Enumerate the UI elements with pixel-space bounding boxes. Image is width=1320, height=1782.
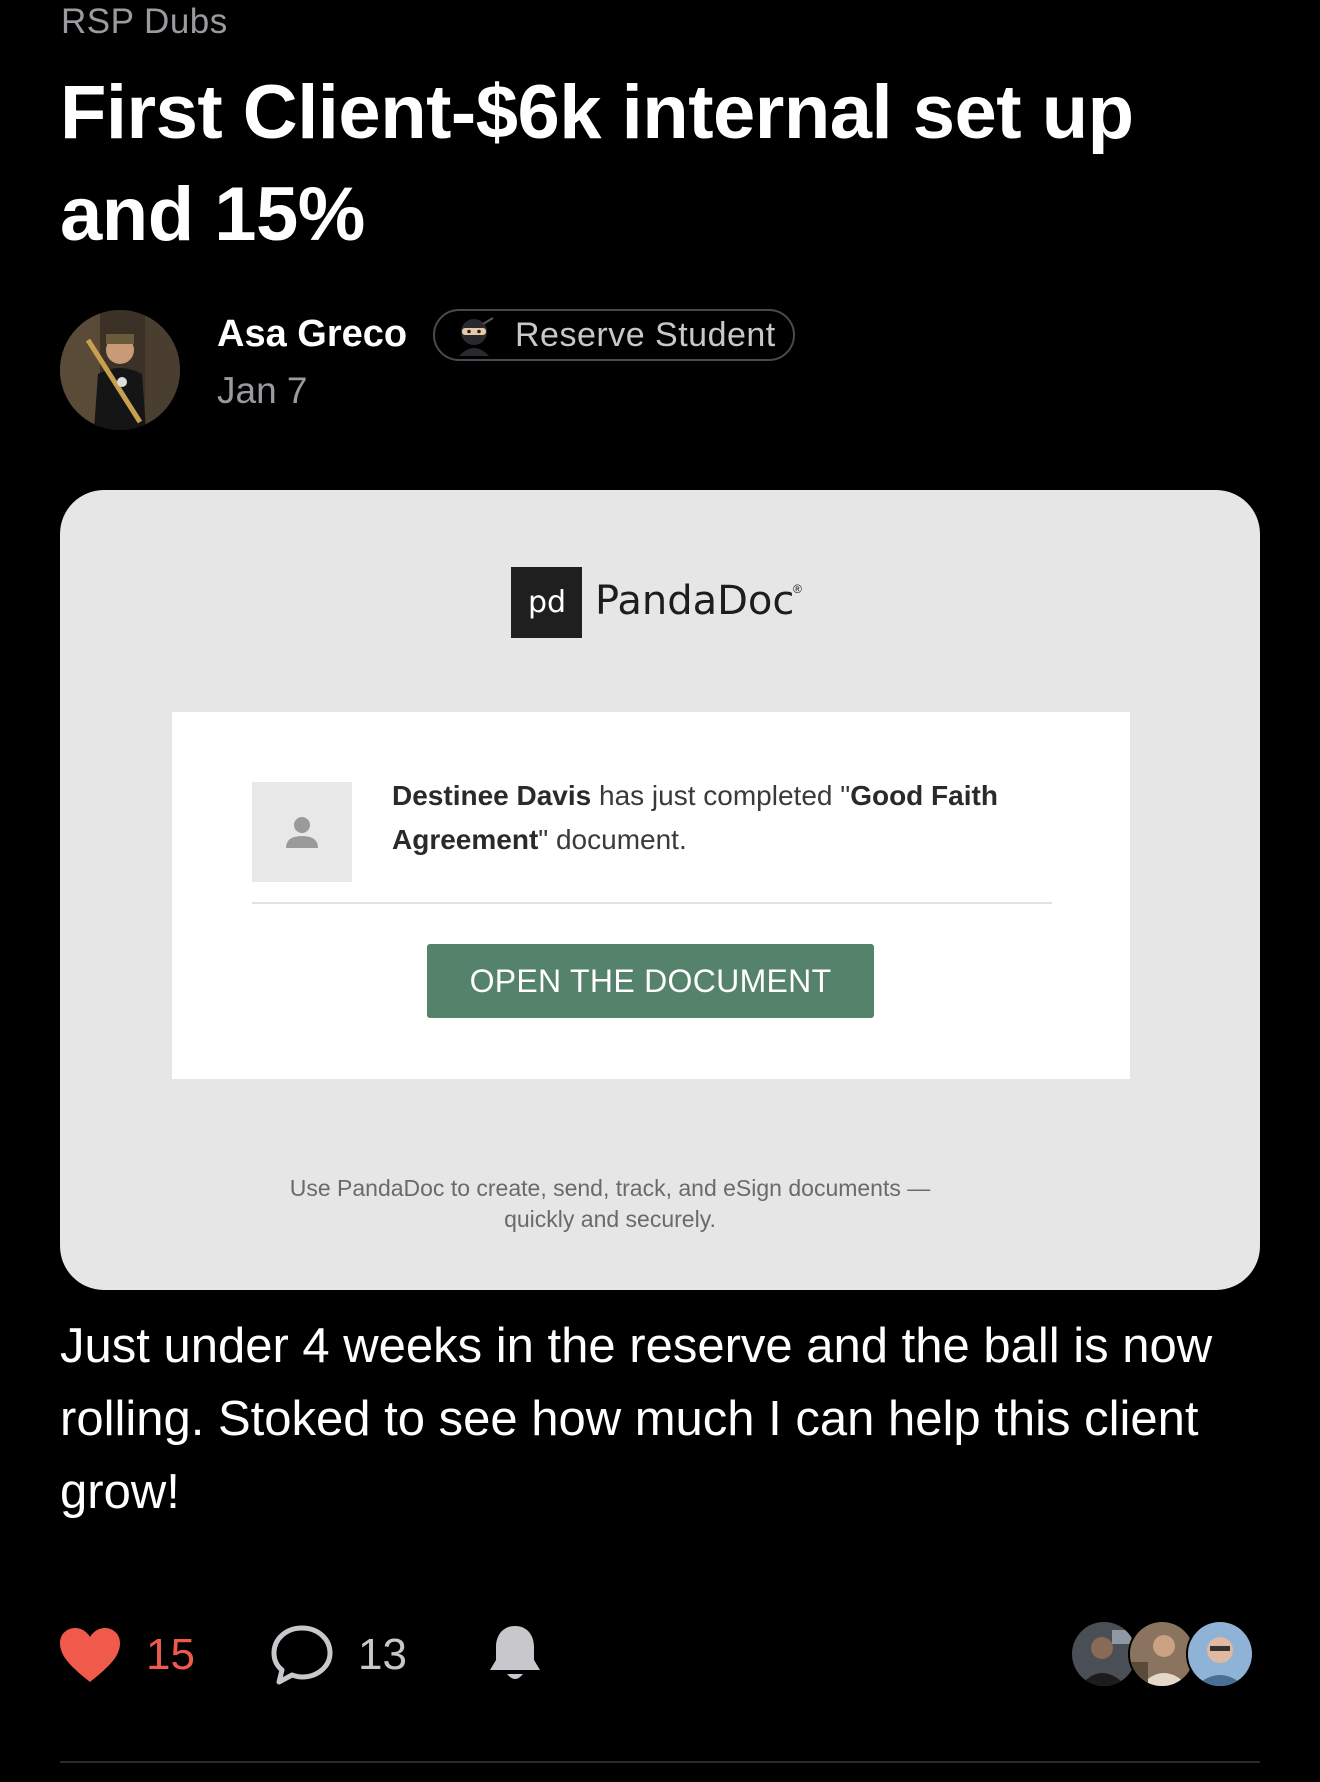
participant-avatar	[1186, 1620, 1254, 1688]
document-name-part2: Agreement	[392, 824, 539, 855]
attachment-image[interactable]: pd PandaDoc ® Destinee Davis has just co…	[60, 490, 1260, 1290]
post-body: Just under 4 weeks in the reserve and th…	[60, 1319, 1213, 1519]
like-count[interactable]: 15	[146, 1630, 195, 1680]
bell-icon[interactable]	[486, 1622, 544, 1686]
email-panel: Destinee Davis has just completed "Good …	[172, 712, 1130, 1079]
open-document-button: OPEN THE DOCUMENT	[427, 944, 874, 1018]
author-name[interactable]: Asa Greco	[217, 313, 407, 356]
message-middle: has just completed "	[591, 780, 851, 811]
role-badge-label: Reserve Student	[515, 315, 776, 354]
post-date: Jan 7	[217, 370, 308, 411]
pandadoc-registered-mark: ®	[793, 582, 802, 596]
pandadoc-logo: pd	[511, 567, 582, 638]
role-badge: Reserve Student	[433, 309, 795, 361]
divider	[252, 902, 1052, 904]
document-name-part1: Good Faith	[850, 780, 998, 811]
comment-count[interactable]: 13	[358, 1630, 407, 1680]
participant-avatars[interactable]	[1070, 1620, 1270, 1688]
pandadoc-logo-letters: pd	[527, 586, 565, 620]
group-name[interactable]: RSP Dubs	[61, 2, 228, 42]
ninja-icon	[451, 312, 497, 358]
pandadoc-footer: Use PandaDoc to create, send, track, and…	[260, 1173, 960, 1235]
completion-message: Destinee Davis has just completed "Good …	[392, 774, 1072, 862]
footer-line-2: quickly and securely.	[504, 1206, 716, 1232]
comment-icon[interactable]	[270, 1624, 334, 1686]
message-end: " document.	[538, 824, 687, 855]
footer-line-1: Use PandaDoc to create, send, track, and…	[289, 1175, 931, 1201]
author-avatar[interactable]	[60, 310, 180, 430]
pandadoc-brand-name: PandaDoc	[595, 578, 795, 624]
post-divider	[60, 1761, 1260, 1763]
heart-icon[interactable]	[58, 1626, 122, 1684]
post-actions: 15 13	[58, 1620, 1268, 1690]
person-placeholder-icon	[252, 782, 352, 882]
post-title: First Client-$6k internal set up and 15%	[60, 70, 1134, 257]
signer-name: Destinee Davis	[392, 780, 592, 811]
